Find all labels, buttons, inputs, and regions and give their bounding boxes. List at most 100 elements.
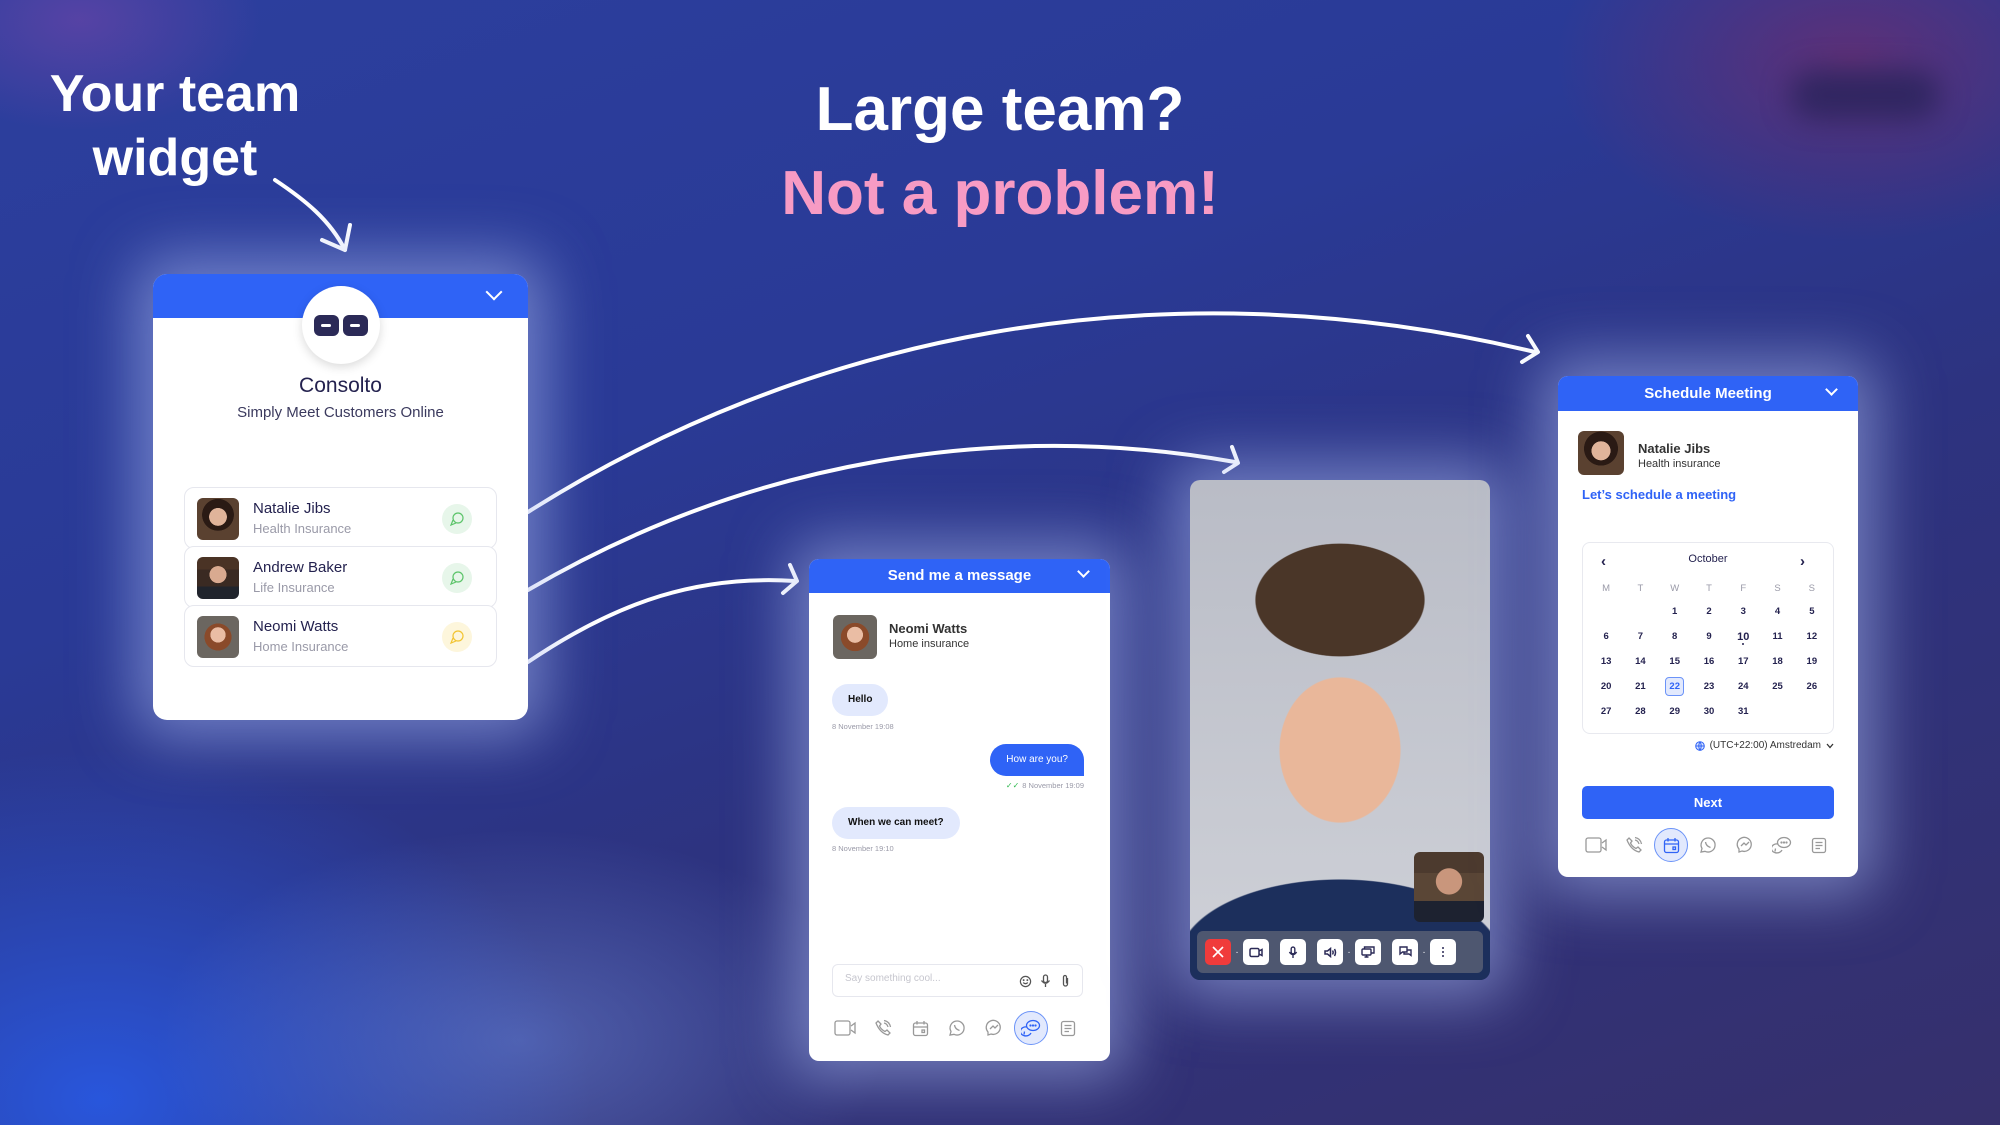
message-input-box <box>832 964 1083 997</box>
arrow-to-chat <box>526 578 797 664</box>
chevron-down-icon[interactable] <box>1825 383 1838 396</box>
calendar-day[interactable]: 7 <box>1623 624 1657 649</box>
calendar-day[interactable]: 20 <box>1589 674 1623 699</box>
avatar <box>197 557 239 599</box>
screen-share-icon[interactable] <box>1355 939 1381 965</box>
form-icon[interactable] <box>1802 828 1836 862</box>
messenger-icon[interactable] <box>977 1011 1011 1045</box>
calendar-day[interactable]: 3 <box>1726 599 1760 624</box>
calendar-day[interactable]: 1 <box>1658 599 1692 624</box>
schedule-widget-header: Schedule Meeting <box>1558 376 1858 411</box>
emoji-icon[interactable] <box>1018 972 1032 990</box>
calendar-day[interactable]: 10 <box>1726 624 1760 649</box>
weekday-label: T <box>1637 582 1644 594</box>
message-input[interactable] <box>845 973 1005 984</box>
camera-icon[interactable] <box>1243 939 1269 965</box>
calendar-grid: M T W T F S S 1 2 3 4 5 6 7 8 9 10 11 12 13 14 15 16 17 18 19 20 21… <box>1589 577 1829 724</box>
weekday-label: S <box>1774 582 1781 594</box>
calendar-day[interactable]: 14 <box>1623 649 1657 674</box>
whatsapp-icon[interactable] <box>940 1011 974 1045</box>
calendar-icon[interactable] <box>1654 828 1688 862</box>
member-role: Home Insurance <box>253 639 349 654</box>
calendar-day[interactable]: 21 <box>1623 674 1657 699</box>
paperclip-icon[interactable] <box>1058 972 1072 990</box>
arrow-to-widget <box>273 178 347 252</box>
next-button[interactable]: Next <box>1582 786 1834 819</box>
messenger-icon[interactable] <box>1728 828 1762 862</box>
video-icon[interactable] <box>829 1011 863 1045</box>
calendar-day[interactable]: 24 <box>1726 674 1760 699</box>
team-member-natalie[interactable]: Natalie Jibs Health Insurance <box>184 487 497 549</box>
weekday-label: M <box>1602 582 1611 594</box>
whatsapp-icon[interactable] <box>1691 828 1725 862</box>
calendar-day[interactable]: 9 <box>1692 624 1726 649</box>
chat-icon[interactable] <box>1014 1011 1048 1045</box>
member-name: Andrew Baker <box>253 559 348 576</box>
calendar-icon[interactable] <box>903 1011 937 1045</box>
microphone-icon[interactable] <box>1280 939 1306 965</box>
end-call-icon[interactable] <box>1205 939 1231 965</box>
calendar-day[interactable]: 23 <box>1692 674 1726 699</box>
calendar-day[interactable]: 19 <box>1795 649 1829 674</box>
team-member-neomi[interactable]: Neomi Watts Home Insurance <box>184 605 497 667</box>
headline-large-team: Large team? Not a problem! <box>700 68 1300 236</box>
more-icon[interactable] <box>1430 939 1456 965</box>
calendar-empty-cell <box>1623 599 1657 624</box>
timezone-select[interactable]: (UTC+22:00) Amstredam <box>1694 740 1834 751</box>
read-receipt-icon: ✓✓ <box>1005 781 1020 790</box>
phone-icon[interactable] <box>866 1011 900 1045</box>
calendar-day[interactable]: 5 <box>1795 599 1829 624</box>
call-controls: · · · <box>1197 931 1483 973</box>
chat-icon[interactable] <box>1765 828 1799 862</box>
speaker-icon[interactable] <box>1317 939 1343 965</box>
avatar <box>1578 431 1624 475</box>
company-tagline: Simply Meet Customers Online <box>237 404 444 421</box>
video-icon[interactable] <box>1580 828 1614 862</box>
calendar-day[interactable]: 26 <box>1795 674 1829 699</box>
avatar <box>197 616 239 658</box>
chat-icon[interactable] <box>1392 939 1418 965</box>
phone-icon[interactable] <box>1617 828 1651 862</box>
calendar-day[interactable]: 8 <box>1658 624 1692 649</box>
member-name: Natalie Jibs <box>253 500 331 517</box>
chat-bubbles-icon[interactable] <box>442 504 472 534</box>
message-timestamp: ✓✓ 8 November 19:09 <box>1005 781 1084 790</box>
microphone-icon[interactable] <box>1038 972 1052 990</box>
calendar-day[interactable]: 28 <box>1623 699 1657 724</box>
chat-widget: Send me a message Neomi Watts Home insur… <box>809 559 1110 1061</box>
channel-bar <box>829 1011 1085 1045</box>
agent-role: Home insurance <box>889 638 970 650</box>
calendar-day[interactable]: 11 <box>1760 624 1794 649</box>
avatar <box>833 615 877 659</box>
schedule-widget: Schedule Meeting Natalie Jibs Health ins… <box>1558 376 1858 877</box>
calendar-day[interactable]: 15 <box>1658 649 1692 674</box>
chat-bubbles-icon[interactable] <box>442 622 472 652</box>
form-icon[interactable] <box>1051 1011 1085 1045</box>
team-member-andrew[interactable]: Andrew Baker Life Insurance <box>184 546 497 608</box>
calendar-day[interactable]: 6 <box>1589 624 1623 649</box>
chevron-down-icon[interactable] <box>1077 565 1090 578</box>
chat-bubbles-icon[interactable] <box>442 563 472 593</box>
calendar-day[interactable]: 4 <box>1760 599 1794 624</box>
globe-icon <box>1694 740 1705 751</box>
calendar-day[interactable]: 18 <box>1760 649 1794 674</box>
calendar-day[interactable]: 16 <box>1692 649 1726 674</box>
self-view-pip[interactable] <box>1414 852 1484 922</box>
calendar-day[interactable]: 29 <box>1658 699 1692 724</box>
calendar-day[interactable]: 12 <box>1795 624 1829 649</box>
calendar-day[interactable]: 17 <box>1726 649 1760 674</box>
consolto-logo-icon <box>302 286 380 364</box>
member-name: Neomi Watts <box>253 618 339 635</box>
chevron-down-icon <box>1826 743 1834 748</box>
calendar-day[interactable]: 27 <box>1589 699 1623 724</box>
chevron-down-icon[interactable] <box>485 283 503 301</box>
calendar-day[interactable]: 13 <box>1589 649 1623 674</box>
calendar-day[interactable]: 30 <box>1692 699 1726 724</box>
calendar-day[interactable]: 25 <box>1760 674 1794 699</box>
calendar-day[interactable]: 31 <box>1726 699 1760 724</box>
chevron-right-icon[interactable]: › <box>1800 553 1805 570</box>
video-call-view: · · · <box>1190 480 1490 980</box>
chat-widget-title: Send me a message <box>887 567 1032 584</box>
calendar-day[interactable]: 2 <box>1692 599 1726 624</box>
calendar-day-selected[interactable]: 22 <box>1658 674 1692 699</box>
